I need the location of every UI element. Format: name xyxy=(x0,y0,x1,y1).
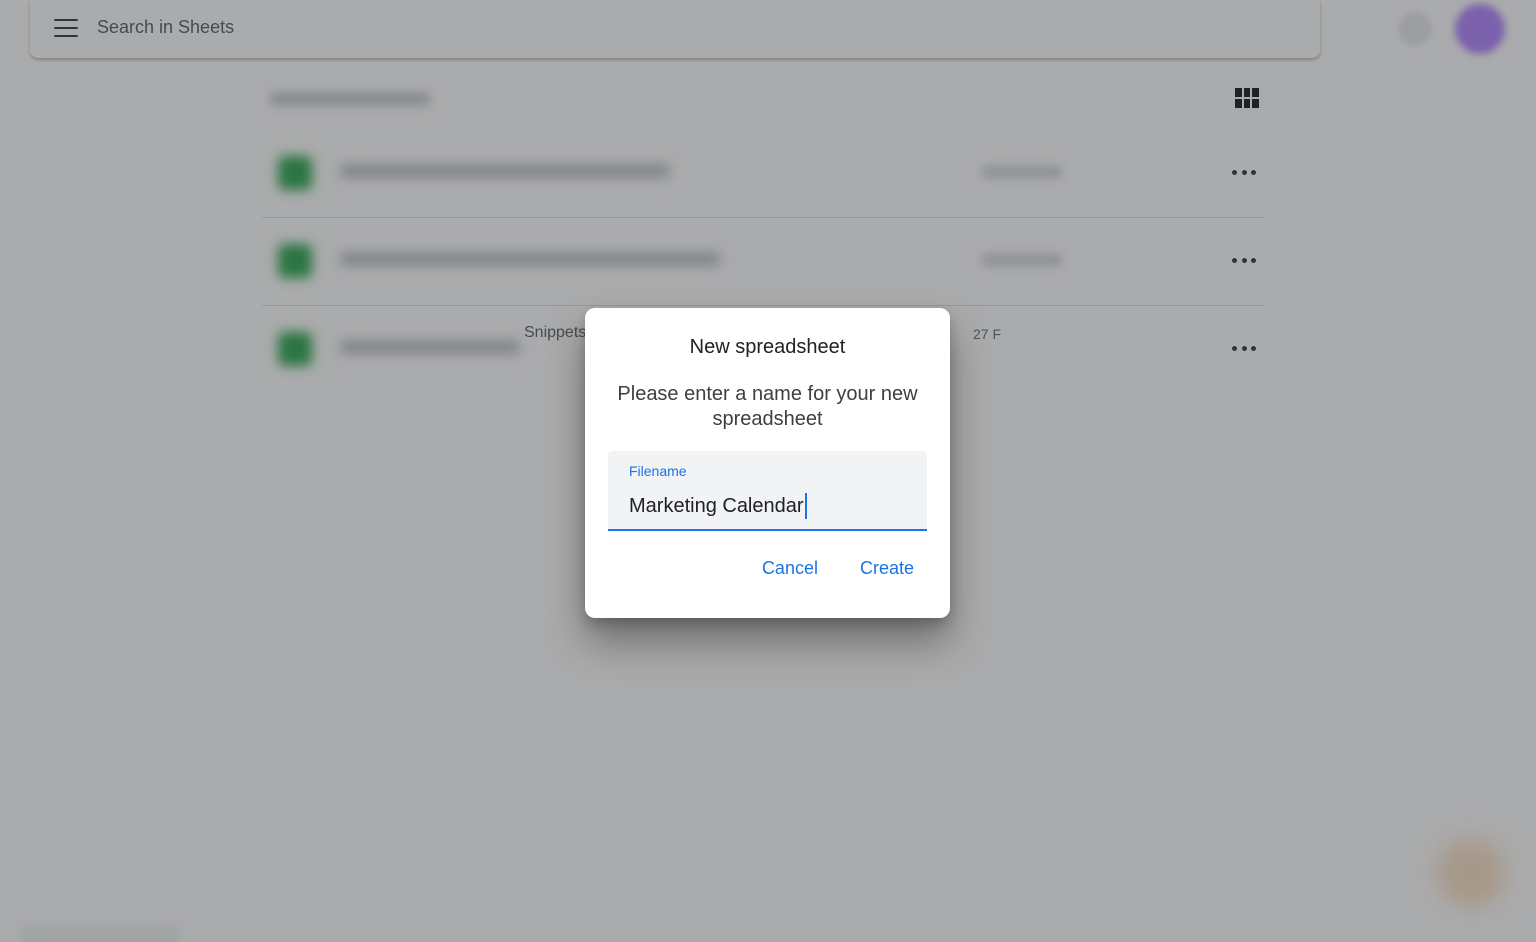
cancel-button[interactable]: Cancel xyxy=(762,558,818,579)
new-spreadsheet-dialog: New spreadsheet Please enter a name for … xyxy=(585,308,950,618)
filename-value: Marketing Calendar xyxy=(629,494,804,517)
create-button[interactable]: Create xyxy=(860,558,914,579)
sheets-home-screen: Search in Sheets Snippets 27 F New sprea… xyxy=(0,0,1536,942)
filename-label: Filename xyxy=(629,463,687,479)
dialog-title: New spreadsheet xyxy=(689,336,846,358)
text-cursor xyxy=(804,493,807,519)
dialog-message: Please enter a name for your new spreads… xyxy=(617,383,918,430)
filename-field[interactable]: Filename Marketing Calendar xyxy=(608,451,927,531)
dialog-actions: Cancel Create xyxy=(762,558,914,579)
filename-input[interactable]: Marketing Calendar xyxy=(629,493,807,519)
